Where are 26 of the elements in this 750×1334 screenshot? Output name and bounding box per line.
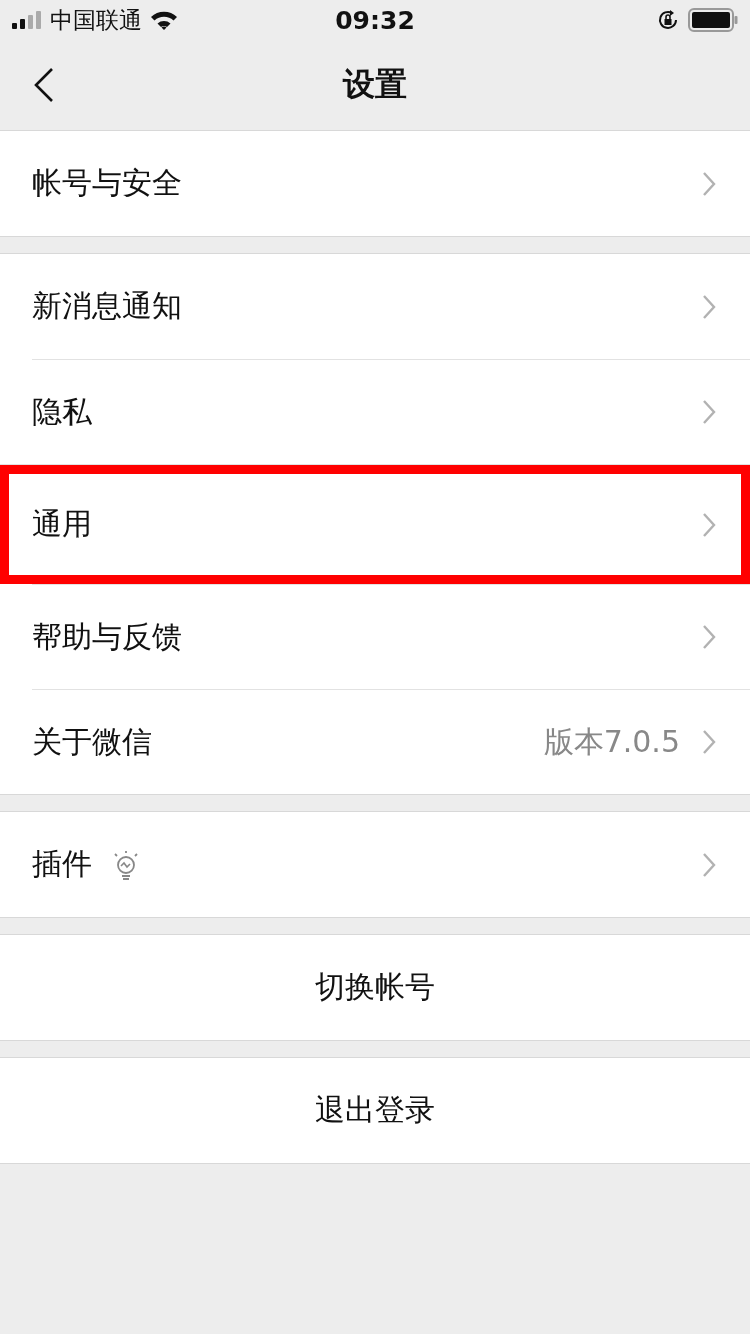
chevron-icon xyxy=(702,170,716,197)
signal-icon xyxy=(12,11,42,29)
settings-item[interactable]: 新消息通知 xyxy=(0,254,750,359)
chevron-icon xyxy=(702,729,716,755)
wifi-icon xyxy=(150,10,178,30)
version-text: 版本7.0.5 xyxy=(543,722,680,761)
settings-item[interactable]: 隐私 xyxy=(32,359,750,464)
page-title: 设置 xyxy=(341,64,408,105)
settings-item[interactable]: 插件 xyxy=(0,812,750,917)
battery-icon xyxy=(688,8,738,32)
action-button[interactable]: 切换帐号 xyxy=(0,934,750,1041)
chevron-icon xyxy=(702,624,716,650)
lightbulb-icon xyxy=(112,849,140,880)
status-time: 09:32 xyxy=(335,5,415,35)
settings-item[interactable]: 帐号与安全 xyxy=(0,131,750,236)
chevron-icon xyxy=(702,399,716,425)
chevron-icon xyxy=(702,851,716,878)
settings-item[interactable]: 关于微信 版本7.0.5 xyxy=(32,689,750,794)
back-icon[interactable] xyxy=(33,67,55,103)
action-button[interactable]: 退出登录 xyxy=(0,1057,750,1164)
settings-item[interactable]: 帮助与反馈 xyxy=(32,584,750,689)
chevron-icon xyxy=(702,511,716,538)
settings-item[interactable]: 通用 xyxy=(0,464,750,584)
chevron-icon xyxy=(702,293,716,320)
carrier-name: 中国联通 xyxy=(50,5,142,35)
rotation-lock-icon xyxy=(656,8,680,32)
